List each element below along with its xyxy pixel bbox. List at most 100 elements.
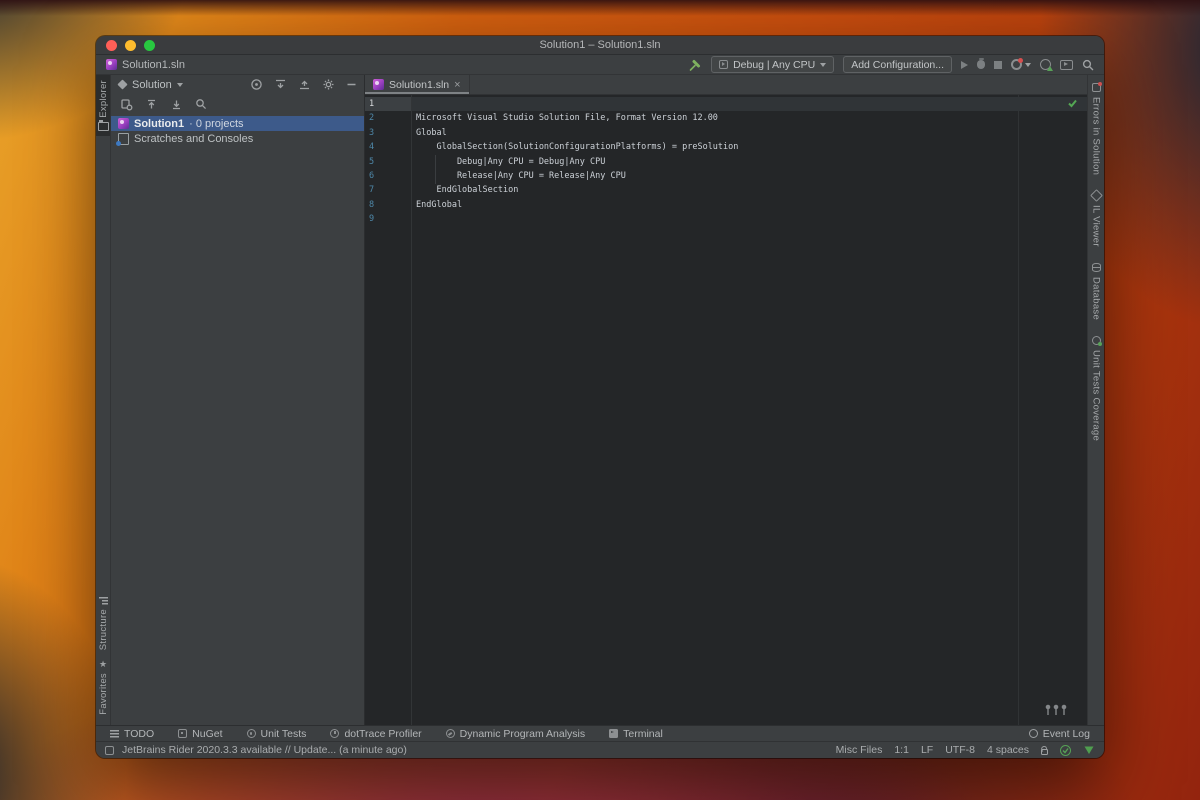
rider-window: Solution1 – Solution1.sln Solution1.sln … (96, 36, 1104, 758)
code-line[interactable]: 2 Microsoft Visual Studio Solution File,… (365, 111, 1087, 125)
code-editor[interactable]: 1 2 Microsoft Visual Studio Solution Fil… (365, 95, 1087, 725)
tool-window-tab-explorer[interactable]: Explorer (96, 75, 110, 136)
select-opened-file-button[interactable] (120, 98, 133, 111)
solution-view-selector[interactable]: Solution (132, 79, 172, 91)
line-number: 3 (369, 127, 375, 138)
status-widget[interactable]: Misc Files (836, 744, 883, 756)
tree-row[interactable]: Scratches and Consoles (111, 131, 364, 146)
tree-item-icon (118, 118, 129, 129)
status-widget[interactable]: 1:1 (894, 744, 909, 756)
run-config-label: Debug | Any CPU (733, 58, 816, 71)
breadcrumb-file: Solution1.sln (122, 58, 185, 71)
event-log-button[interactable]: Event Log (1028, 728, 1090, 740)
run-config-icon (719, 60, 729, 69)
minimize-window-button[interactable] (125, 40, 136, 51)
tool-window-tab[interactable]: Unit Tests Coverage (1088, 336, 1104, 441)
tree-row[interactable]: Solution1 · 0 projects (111, 116, 364, 131)
tool-window-button-label: TODO (124, 727, 155, 740)
chevron-down-icon (1025, 62, 1031, 67)
tree-item-icon (116, 132, 129, 146)
line-text (411, 212, 1087, 226)
search-everywhere-button[interactable] (1082, 59, 1094, 71)
line-text: GlobalSection(SolutionConfigurationPlatf… (416, 142, 739, 153)
tool-window-button-icon (609, 729, 619, 738)
tool-window-button[interactable]: Unit Tests (246, 728, 306, 740)
tool-window-button[interactable]: Dynamic Program Analysis (445, 728, 585, 740)
run-button[interactable] (961, 60, 968, 69)
analysis-widget-icon[interactable] (1083, 745, 1095, 756)
unlock-icon[interactable] (1041, 748, 1048, 755)
scroll-to-bottom-button[interactable] (170, 98, 183, 111)
code-line[interactable]: 5 Debug|Any CPU = Debug|Any CPU (365, 155, 1087, 169)
breadcrumb[interactable]: Solution1.sln (106, 59, 185, 71)
run-configuration-selector[interactable]: Debug | Any CPU (711, 56, 835, 73)
coverage-menu-button[interactable] (1011, 58, 1031, 70)
structure-tab-label: Structure (97, 608, 109, 651)
tree-item-label: Solution1 (134, 117, 185, 130)
search-tree-button[interactable] (195, 98, 207, 110)
locate-button[interactable] (250, 78, 263, 91)
tool-window-tab[interactable]: IL Viewer (1088, 189, 1104, 247)
status-bar-items: Misc Files 1:1 LF UTF-8 4 spaces (836, 744, 1029, 756)
scroll-to-top-button[interactable] (145, 98, 158, 111)
line-number: 1 (365, 97, 411, 112)
tool-window-button[interactable]: Terminal (609, 728, 663, 740)
line-number: 5 (369, 156, 375, 167)
zoom-window-button[interactable] (144, 40, 155, 51)
code-line[interactable]: 6 Release|Any CPU = Release|Any CPU (365, 169, 1087, 183)
sln-file-icon (373, 79, 384, 90)
add-configuration-button[interactable]: Add Configuration... (843, 56, 952, 73)
status-widget[interactable]: 4 spaces (987, 744, 1029, 756)
tool-window-button-label: Terminal (623, 727, 663, 740)
stop-button[interactable] (994, 60, 1002, 69)
editor-tab[interactable]: Solution1.sln (365, 75, 470, 94)
tool-window-switcher-icon[interactable] (105, 745, 114, 755)
close-tab-icon[interactable] (454, 79, 460, 91)
solution-view-icon (117, 79, 128, 90)
title-bar: Solution1 – Solution1.sln (96, 36, 1104, 55)
inspections-ok-icon[interactable] (1067, 98, 1078, 109)
tool-window-button[interactable]: TODO (110, 728, 154, 740)
tool-window-button-label: NuGet (192, 727, 223, 740)
debug-button[interactable] (977, 58, 985, 69)
tool-window-button[interactable]: NuGet (178, 727, 223, 740)
tool-window-button[interactable]: dotTrace Profiler (330, 728, 422, 740)
hide-panel-icon[interactable] (346, 79, 357, 90)
status-message[interactable]: JetBrains Rider 2020.3.3 available // Up… (122, 744, 407, 756)
line-number: 9 (369, 214, 375, 225)
favorites-tab-label: Favorites (97, 673, 109, 715)
build-hammer-icon[interactable] (688, 58, 702, 72)
traffic-lights (106, 40, 155, 51)
close-window-button[interactable] (106, 40, 117, 51)
inspections-widget-icon[interactable] (1060, 744, 1071, 756)
code-line[interactable]: 9 (365, 212, 1087, 226)
chevron-down-icon[interactable] (176, 82, 183, 87)
tool-window-tab-structure[interactable]: Structure (96, 592, 110, 655)
code-line[interactable]: 8 EndGlobal (365, 198, 1087, 212)
solution-tool-window: Solution Solution1 · 0 projects Scratche… (111, 75, 365, 725)
settings-gear-icon[interactable] (322, 78, 335, 91)
tool-window-tab-icon (1091, 82, 1102, 92)
folder-icon (97, 120, 109, 131)
collapse-all-icon[interactable] (274, 78, 287, 91)
expand-all-icon[interactable] (298, 78, 311, 91)
tool-window-tab-label: Database (1090, 277, 1102, 321)
status-widget[interactable]: UTF-8 (945, 744, 975, 756)
line-text: Global (416, 127, 447, 138)
profiler-button[interactable] (1040, 59, 1053, 71)
code-line[interactable]: 3 Global (365, 126, 1087, 140)
line-number: 4 (369, 142, 375, 153)
tool-window-tab-favorites[interactable]: Favorites (96, 655, 110, 725)
tool-window-tab[interactable]: Errors in Solution (1088, 82, 1104, 176)
tool-window-tab-icon (1091, 263, 1101, 273)
code-line[interactable]: 1 (365, 97, 1087, 112)
tool-window-button-icon (178, 729, 188, 738)
status-widget[interactable]: LF (921, 744, 933, 756)
tool-window-tab-label: Errors in Solution (1090, 97, 1102, 176)
tool-window-button-icon (445, 729, 455, 738)
code-line[interactable]: 7 EndGlobalSection (365, 183, 1087, 197)
tool-window-tab[interactable]: Database (1088, 263, 1104, 320)
code-line[interactable]: 4 GlobalSection(SolutionConfigurationPla… (365, 140, 1087, 154)
line-text: Release|Any CPU = Release|Any CPU (416, 170, 626, 181)
run-anything-button[interactable] (1060, 59, 1073, 70)
